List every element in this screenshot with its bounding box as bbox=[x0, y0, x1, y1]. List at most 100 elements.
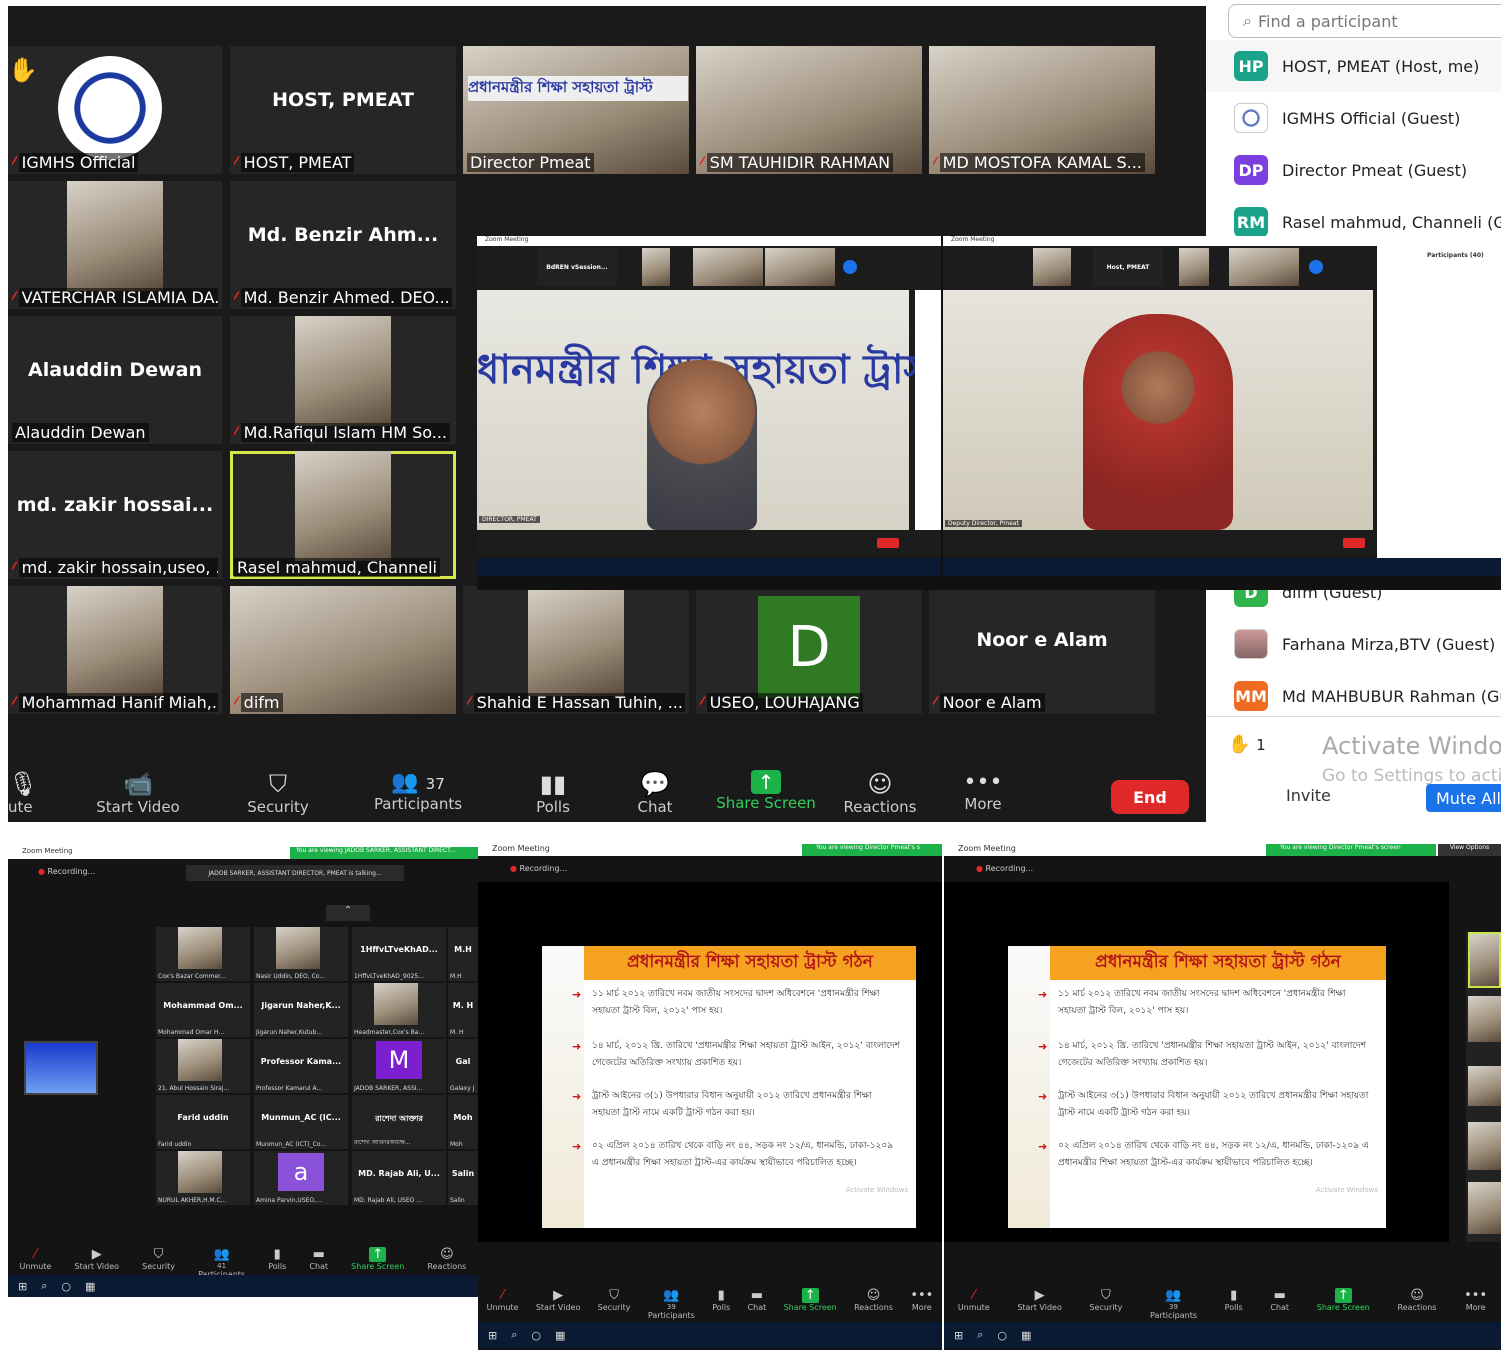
video-tile[interactable]: ⁄ Mohammad Hanif Miah,... bbox=[8, 586, 222, 714]
more-button[interactable]: ••• More bbox=[1464, 1288, 1487, 1314]
chat-button[interactable]: ▬ Chat bbox=[748, 1288, 767, 1314]
video-tile[interactable]: a Amina Parvin,USEO,... bbox=[254, 1151, 348, 1205]
security-label: Security bbox=[597, 1303, 631, 1312]
video-tile[interactable]: MD. Rajab Ali, U... MD. Rajab Ali, USEO .… bbox=[352, 1151, 446, 1205]
start-video-button[interactable]: ▶ Start Video bbox=[1017, 1288, 1062, 1314]
end-meeting-button[interactable]: End bbox=[1111, 780, 1189, 814]
unmute-button[interactable]: ⁄ Unmute bbox=[487, 1288, 519, 1314]
video-tile[interactable]: ⁄ difm bbox=[230, 586, 456, 714]
start-video-label: Start Video bbox=[535, 1303, 581, 1312]
video-tile[interactable]: রাশেদা আক্তার রাশেদা আক্তারঅধ্যক্ষ... bbox=[352, 1095, 446, 1149]
participant-display-name: Noor e Alam bbox=[976, 628, 1108, 651]
video-tile[interactable]: M.H M.H bbox=[448, 927, 478, 981]
polls-icon: ▮ bbox=[1230, 1288, 1238, 1303]
video-tile[interactable]: Headmaster,Cox's Ba... bbox=[352, 983, 446, 1037]
chat-button[interactable]: ▬ Chat bbox=[309, 1247, 328, 1273]
video-tile[interactable]: ⁄ IGMHS Official bbox=[8, 46, 222, 174]
chat-button[interactable]: 💬 Chat bbox=[620, 770, 690, 816]
more-button[interactable]: ••• More bbox=[953, 770, 1013, 813]
participants-button[interactable]: 👥 39 Participants bbox=[648, 1288, 695, 1320]
participant-list-item[interactable]: HP HOST, PMEAT (Host, me) bbox=[1206, 40, 1501, 92]
slide-title: প্রধানমন্ত্রীর শিক্ষা সহায়তা ট্রাস্ট গঠ… bbox=[1050, 946, 1386, 980]
participants-button[interactable]: 👥 37 Participants bbox=[368, 770, 468, 813]
participant-video bbox=[178, 927, 222, 969]
participant-list-item[interactable]: Farhana Mirza,BTV (Guest) bbox=[1206, 618, 1501, 670]
video-tile[interactable]: Farid uddin Farid uddin bbox=[156, 1095, 250, 1149]
mute-all-button[interactable]: Mute All bbox=[1426, 784, 1501, 812]
more-button[interactable]: ••• More bbox=[910, 1288, 933, 1314]
chat-label: Chat bbox=[637, 798, 673, 816]
reactions-button[interactable]: ☺ Reactions bbox=[1398, 1288, 1437, 1314]
video-tile[interactable]: Alauddin Dewan Alauddin Dewan bbox=[8, 316, 222, 444]
share-screen-button[interactable]: ↑ Share Screen bbox=[1317, 1288, 1370, 1314]
participants-button[interactable]: 👥 41Participants bbox=[198, 1247, 245, 1279]
video-tile[interactable]: Md. Benzir Ahm... ⁄ Md. Benzir Ahmed. DEO.… bbox=[230, 181, 456, 309]
participant-name-text: Rasel mahmud, Channeli bbox=[234, 558, 440, 577]
video-tile[interactable]: 1HffvLTveKhAD... 1HffvLTveKhAD_9025... bbox=[352, 927, 446, 981]
start-video-button[interactable]: ▶ Start Video bbox=[536, 1288, 581, 1314]
bl-collapse-chevron-icon[interactable]: ⌃ bbox=[326, 905, 370, 921]
share-screen-label: Share Screen bbox=[716, 794, 816, 812]
bl-shared-screen-thumb[interactable] bbox=[24, 1041, 98, 1095]
participant-list-item[interactable]: DP Director Pmeat (Guest) bbox=[1206, 144, 1501, 196]
security-button[interactable]: ⛉ Security bbox=[1090, 1288, 1123, 1314]
security-button[interactable]: ⛉ Security bbox=[142, 1247, 175, 1273]
video-tile[interactable]: Noor e Alam ⁄ Noor e Alam bbox=[929, 586, 1155, 714]
chat-button[interactable]: ▬ Chat bbox=[1270, 1288, 1289, 1314]
participant-search-box[interactable]: ⌕ Find a participant bbox=[1228, 4, 1501, 38]
video-tile[interactable]: Director Pmeat bbox=[463, 46, 689, 174]
video-tile[interactable]: NURUL AKHER,H.M.C... bbox=[156, 1151, 250, 1205]
video-tile[interactable]: ⁄ VATERCHAR ISLAMIA DA... bbox=[8, 181, 222, 309]
br-viewing-banner: You are viewing Director Pmeat's screen bbox=[1266, 844, 1436, 856]
video-tile[interactable]: HOST, PMEAT ⁄ HOST, PMEAT bbox=[230, 46, 456, 174]
participants-button[interactable]: 👥 39 Participants bbox=[1150, 1288, 1197, 1320]
participant-video bbox=[295, 316, 391, 426]
start-video-button[interactable]: ▶ Start Video bbox=[75, 1247, 120, 1273]
reactions-button[interactable]: ☺ Reactions bbox=[838, 770, 922, 816]
video-tile[interactable]: Jigarun Naher,K... Jigarun Naher,Kutub... bbox=[254, 983, 348, 1037]
share-screen-button[interactable]: ↑ Share Screen bbox=[716, 770, 816, 812]
video-tile[interactable]: Gal Galaxy J bbox=[448, 1039, 478, 1093]
security-button[interactable]: ⛉ Security bbox=[598, 1288, 631, 1314]
participant-name-label: Farid uddin bbox=[158, 1141, 192, 1148]
reactions-button[interactable]: ☺ Reactions bbox=[854, 1288, 893, 1314]
invite-button[interactable]: Invite bbox=[1286, 786, 1331, 805]
video-tile[interactable]: Munmun_AC (IC... Munmun_AC (ICT)_Co... bbox=[254, 1095, 348, 1149]
video-tile[interactable]: Cox's Bazar Commer... bbox=[156, 927, 250, 981]
participant-list-item[interactable]: IGMHS Official (Guest) bbox=[1206, 92, 1501, 144]
video-tile[interactable]: ⁄ SM TAUHIDIR RAHMAN bbox=[696, 46, 922, 174]
share-screen-button[interactable]: ↑ Share Screen bbox=[784, 1288, 837, 1314]
unmute-button[interactable]: ⁄ Unmute bbox=[958, 1288, 990, 1314]
video-tile[interactable]: Moh Moh bbox=[448, 1095, 478, 1149]
unmute-button[interactable]: ⁄ Unmute bbox=[20, 1247, 52, 1273]
share-screen-button[interactable]: ↑ Share Screen bbox=[351, 1247, 404, 1273]
security-button[interactable]: ⛉ Security bbox=[238, 770, 318, 816]
video-tile[interactable]: ⁄ MD MOSTOFA KAMAL S... bbox=[929, 46, 1155, 174]
video-tile[interactable]: Nasir Uddin, DEO, Co... bbox=[254, 927, 348, 981]
video-tile[interactable]: ⁄ Md.Rafiqul Islam HM So... bbox=[230, 316, 456, 444]
participant-name-label: M. H bbox=[450, 1029, 464, 1036]
start-video-button[interactable]: 📹 Start Video bbox=[88, 770, 188, 816]
video-tile[interactable]: 21. Abul Hossain Siraj... bbox=[156, 1039, 250, 1093]
video-tile[interactable]: ⁄ Shahid E Hassan Tuhin, ... bbox=[463, 586, 689, 714]
polls-button[interactable]: ▮ Polls bbox=[712, 1288, 730, 1314]
video-tile[interactable]: M JADOB SARKER, ASSI... bbox=[352, 1039, 446, 1093]
video-tile[interactable]: md. zakir hossai... ⁄ md. zakir hossain,us… bbox=[8, 451, 222, 579]
unmute-button[interactable]: 🎙 ute bbox=[8, 770, 38, 816]
video-tile[interactable]: Mohammad Om... Mohammad Omar H... bbox=[156, 983, 250, 1037]
video-tile[interactable]: Rasel mahmud, Channeli bbox=[230, 451, 456, 579]
polls-button[interactable]: ▮ Polls bbox=[268, 1247, 286, 1273]
muted-mic-icon: ⁄ bbox=[12, 693, 15, 712]
participant-list-name: HOST, PMEAT (Host, me) bbox=[1282, 56, 1480, 76]
reactions-button[interactable]: ☺ Reactions bbox=[427, 1247, 466, 1273]
polls-button[interactable]: ▮ Polls bbox=[1225, 1288, 1243, 1314]
video-tile[interactable]: Professor Kama... Professor Kamarul A... bbox=[254, 1039, 348, 1093]
video-tile[interactable]: D ⁄ USEO, LOUHAJANG bbox=[696, 586, 922, 714]
participant-name-label: Nasir Uddin, DEO, Co... bbox=[256, 973, 326, 980]
polls-button[interactable]: ▮▮ Polls bbox=[518, 770, 588, 816]
video-tile[interactable]: M. H M. H bbox=[448, 983, 478, 1037]
video-tile[interactable]: Salin Salin bbox=[448, 1151, 478, 1205]
br-view-options-button[interactable]: View Options bbox=[1438, 844, 1501, 856]
participant-list-item[interactable]: MM Md MAHBUBUR Rahman (Gu bbox=[1206, 670, 1501, 722]
participant-video bbox=[276, 927, 320, 969]
